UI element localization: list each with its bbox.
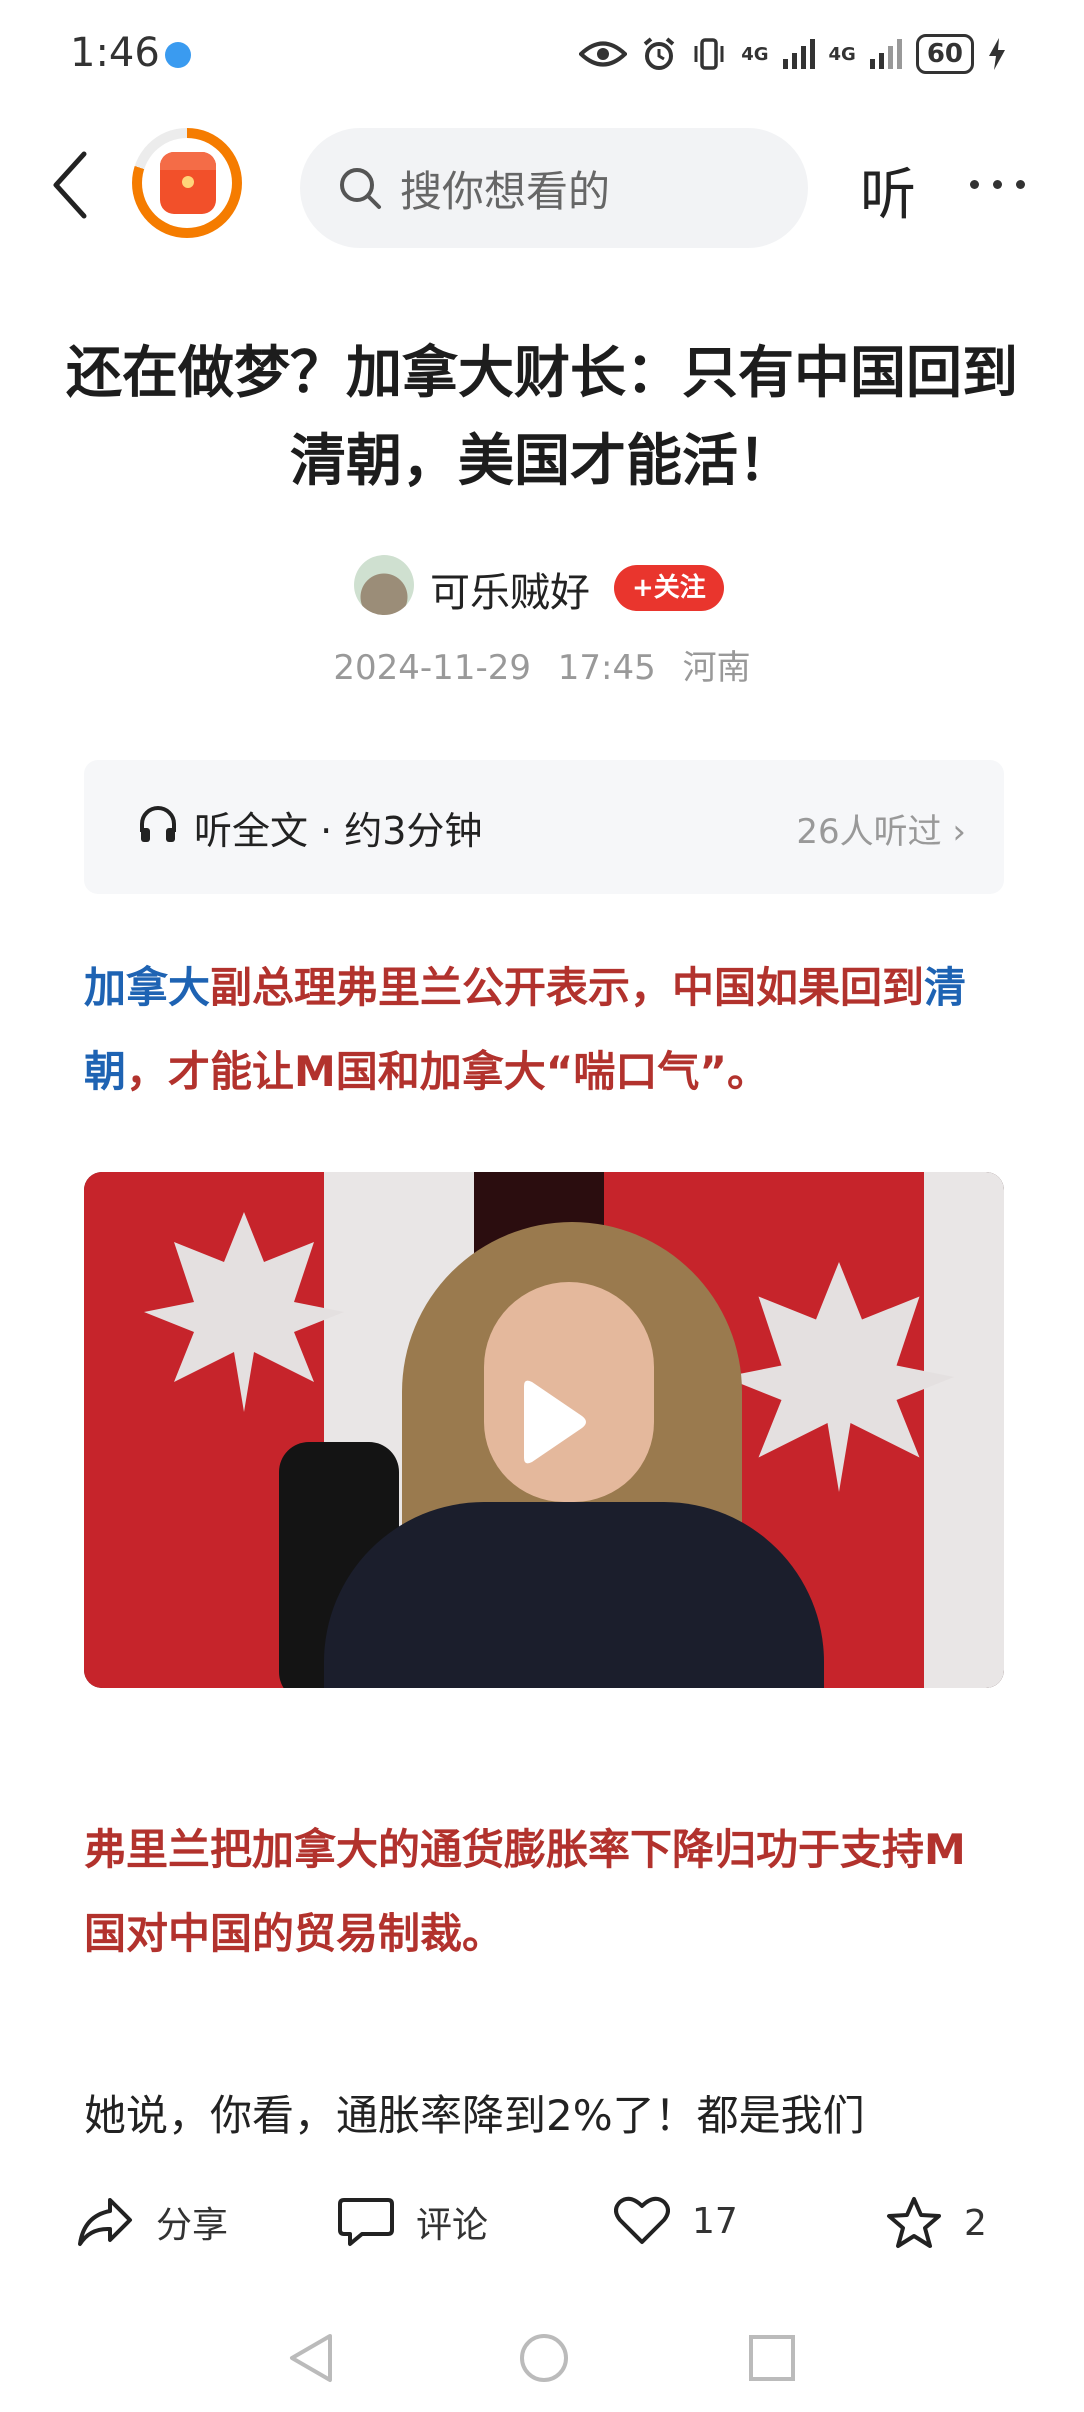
article-title: 还在做梦？加拿大财长：只有中国回到清朝，美国才能活！ [66,341,1018,494]
charging-icon [989,38,1005,70]
publish-location: 河南 [682,648,751,688]
alarm-icon [643,37,675,70]
listen-full-text-bar[interactable]: 听全文 · 约3分钟 26人听过 › [84,760,1004,894]
app-notification-icon [165,42,191,68]
system-navigation-bar [0,2320,1084,2390]
back-arrow-icon[interactable] [50,150,90,220]
paragraph-3-clip: 她说，你看，通胀率降到2%了！都是我们 [84,2080,1004,2140]
signal-icon-2 [869,39,902,69]
author-name[interactable]: 可乐贼好 [430,560,590,618]
share-label: 分享 [156,2205,229,2246]
maple-leaf-icon-right [724,1262,954,1492]
like-count: 17 [692,2200,738,2242]
paragraph-1: 加拿大副总理弗里兰公开表示，中国如果回到清朝，才能让M国和加拿大“喘口气”。 [84,946,1004,1114]
status-time: 1:46 [70,30,160,76]
network-label-1: 4G [741,43,769,65]
search-placeholder: 搜你想看的 [400,166,611,216]
signal-icon-1 [782,39,815,69]
heart-icon [614,2196,670,2244]
like-button[interactable]: 17 [614,2196,738,2246]
star-icon [887,2197,941,2248]
paragraph-2: 弗里兰把加拿大的通货膨胀率下降归功于支持M国对中国的贸易制裁。 [84,1825,966,1958]
bottom-action-bar: 分享 评论 17 2 [0,2180,1084,2270]
network-label-2: 4G [828,43,856,65]
publish-date: 2024-11-29 [333,648,531,688]
publish-time: 17:45 [557,648,656,688]
paragraph-3: 她说，你看，通胀率降到2%了！都是我们 [84,2091,865,2140]
comment-button[interactable]: 评论 [338,2196,488,2248]
share-button[interactable]: 分享 [76,2196,228,2248]
more-options-icon[interactable] [970,180,1025,189]
red-packet-icon [160,152,216,214]
speaker-body [324,1502,824,1688]
comment-label: 评论 [416,2205,489,2246]
video-player[interactable] [84,1172,1004,1688]
battery-indicator: 60 [915,34,974,74]
favorite-button[interactable]: 2 [886,2196,987,2250]
follow-button[interactable]: +关注 [614,565,724,611]
author-avatar[interactable] [354,555,414,615]
search-icon [340,168,381,209]
headphone-icon [140,806,176,842]
share-icon [78,2198,132,2246]
listen-count[interactable]: 26人听过 › [796,804,966,853]
article-meta: 2024-11-29 17:45 河南 [0,640,1084,689]
search-bar[interactable]: 搜你想看的 [300,128,808,248]
eye-icon [579,41,628,67]
red-packet-logo[interactable] [132,128,242,238]
favorite-count: 2 [964,2202,987,2244]
vibrate-icon [694,38,724,70]
maple-leaf-icon [144,1212,344,1412]
system-recents-icon[interactable] [748,2334,796,2382]
comment-icon [338,2198,394,2246]
system-home-icon[interactable] [518,2332,570,2384]
system-back-icon[interactable] [288,2332,334,2384]
link-canada[interactable]: 加拿大 [84,963,210,1012]
listen-button[interactable]: 听 [860,150,916,231]
paragraph-1-text-b: ，才能让M国和加拿大“喘口气”。 [126,1047,770,1096]
play-icon[interactable] [496,1372,596,1472]
status-icons: 4G 4G 60 [579,34,1006,74]
paragraph-1-text-a: 副总理弗里兰公开表示，中国如果回到 [210,963,925,1012]
listen-label: 听全文 · 约3分钟 [194,809,483,853]
